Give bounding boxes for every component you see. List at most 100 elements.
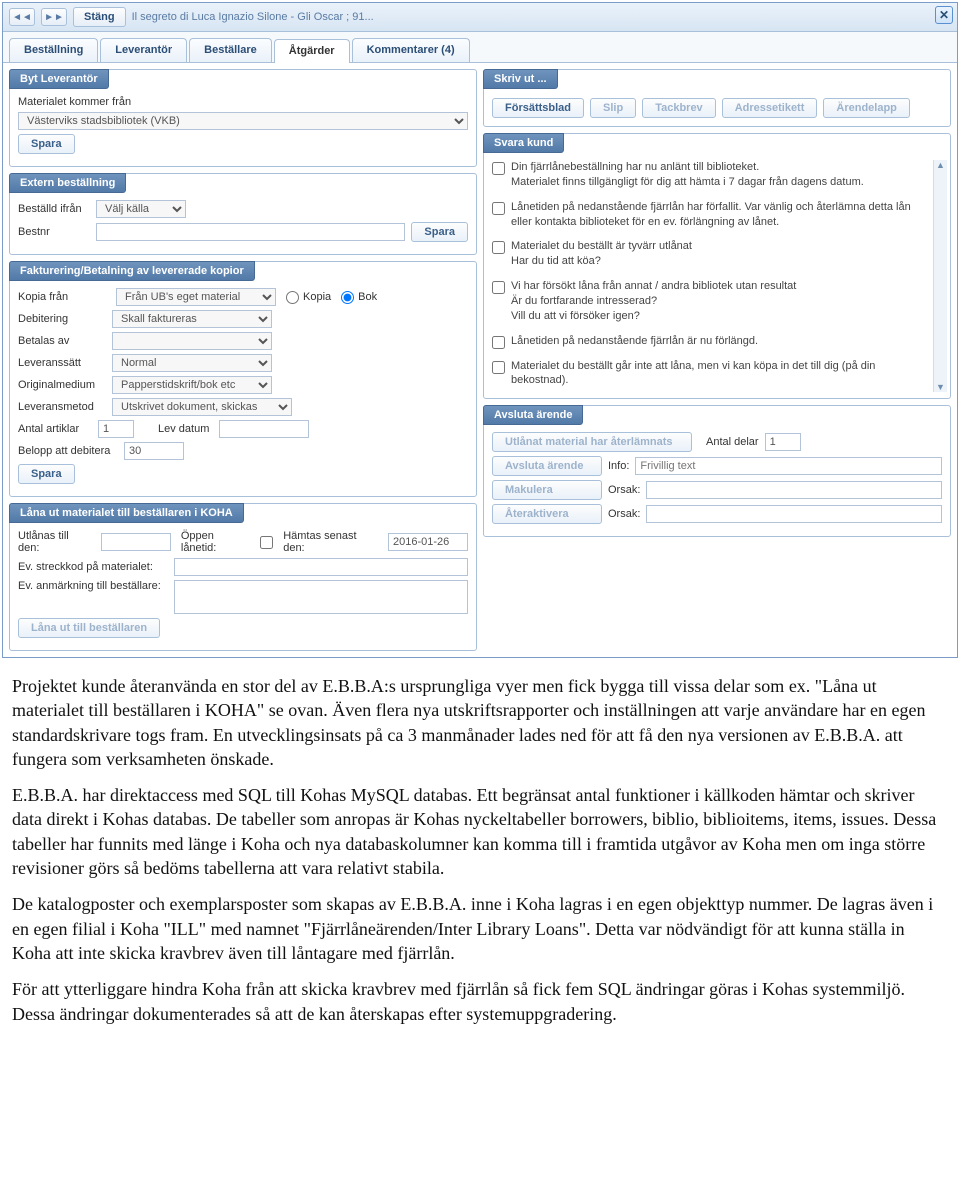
originalmedium-select[interactable]: Papperstidskrift/bok etc [112,376,272,394]
lana-ut-button[interactable]: Låna ut till beställaren [18,618,160,638]
left-column: Byt Leverantör Materialet kommer från Vä… [9,69,477,651]
orsak-input-1[interactable] [646,481,942,499]
hamtas-senast-label: Hämtas senast den: [283,530,378,554]
panel-avsluta-arende: Avsluta ärende Utlånat material har åter… [483,405,951,537]
title-bar: ◄◄ ►► Stäng Il segreto di Luca Ignazio S… [3,3,957,32]
antal-delar-input[interactable] [765,433,801,451]
panel-extern-bestallning: Extern beställning Beställd ifrån Välj k… [9,173,477,255]
streckkod-label: Ev. streckkod på materialet: [18,561,168,573]
print-adressetikett-button[interactable]: Adressetikett [722,98,818,118]
orsak-label-1: Orsak: [608,484,640,496]
reply-opt-2[interactable] [492,241,505,254]
print-arendelapp-button[interactable]: Ärendelapp [823,98,910,118]
reply-opt-3-text: Vi har försökt låna från annat / andra b… [511,279,796,324]
bestalld-ifran-select[interactable]: Välj källa [96,200,186,218]
info-label: Info: [608,460,629,472]
anmarkning-textarea[interactable] [174,580,468,614]
betalas-av-select[interactable] [112,332,272,350]
info-input[interactable] [635,457,942,475]
prose-p4: För att ytterliggare hindra Koha från at… [12,977,948,1026]
nav-prev-button[interactable]: ◄◄ [9,8,35,26]
tab-leverantor[interactable]: Leverantör [100,38,187,62]
orsak-input-2[interactable] [646,505,942,523]
byt-save-button[interactable]: Spara [18,134,75,154]
prose-p2: E.B.B.A. har direktaccess med SQL till K… [12,783,948,880]
tab-bestallare[interactable]: Beställare [189,38,272,62]
nav-next-button[interactable]: ►► [41,8,67,26]
antal-artiklar-input[interactable] [98,420,134,438]
utlanas-till-label: Utlånas till den: [18,530,91,554]
utlanas-till-input[interactable] [101,533,171,551]
antal-delar-label: Antal delar [706,436,759,448]
lev-datum-label: Lev datum [158,423,209,435]
leveranssatt-label: Leveranssätt [18,357,106,369]
reply-opt-1-text: Lånetiden på nedanstående fjärrlån har f… [511,200,928,230]
radio-kopia-label: Kopia [303,291,331,303]
lev-datum-input[interactable] [219,420,309,438]
document-prose: Projektet kunde återanvända en stor del … [0,660,960,1056]
close-window-button[interactable]: Stäng [73,7,126,27]
panel-lana-legend: Låna ut materialet till beställaren i KO… [9,503,244,523]
extern-save-button[interactable]: Spara [411,222,468,242]
reply-opt-5-text: Materialet du beställt går inte att låna… [511,359,928,389]
reply-opt-2-text: Materialet du beställt är tyvärr utlånat… [511,239,692,269]
panel-svara-legend: Svara kund [483,133,564,153]
radio-bok-label: Bok [358,291,377,303]
anmarkning-label: Ev. anmärkning till beställare: [18,580,168,592]
originalmedium-label: Originalmedium [18,379,106,391]
window-close-icon[interactable]: ✕ [935,6,953,24]
bestalld-ifran-label: Beställd ifrån [18,203,90,215]
makulera-button[interactable]: Makulera [492,480,602,500]
streckkod-input[interactable] [174,558,468,576]
tab-bestallning[interactable]: Beställning [9,38,98,62]
reply-opt-0-text: Din fjärrlånebeställning har nu anlänt t… [511,160,864,190]
fakt-save-button[interactable]: Spara [18,464,75,484]
tab-atgarder[interactable]: Åtgärder [274,39,350,63]
debitering-select[interactable]: Skall faktureras [112,310,272,328]
print-slip-button[interactable]: Slip [590,98,636,118]
leveransmetod-select[interactable]: Utskrivet dokument, skickas [112,398,292,416]
tab-kommentarer[interactable]: Kommentarer (4) [352,38,470,62]
radio-kopia[interactable] [286,291,299,304]
reply-opt-1[interactable] [492,202,505,215]
reply-opt-4[interactable] [492,336,505,349]
hamtas-senast-input[interactable] [388,533,468,551]
oppen-lanetid-check[interactable] [260,536,273,549]
panel-extern-legend: Extern beställning [9,173,126,193]
panel-lana-koha: Låna ut materialet till beställaren i KO… [9,503,477,651]
kopia-fran-select[interactable]: Från UB's eget material [116,288,276,306]
app-window: ◄◄ ►► Stäng Il segreto di Luca Ignazio S… [2,2,958,658]
tab-bar: Beställning Leverantör Beställare Åtgärd… [3,32,957,63]
material-from-label: Materialet kommer från [18,96,131,108]
print-tackbrev-button[interactable]: Tackbrev [642,98,716,118]
reply-opt-0[interactable] [492,162,505,175]
kopia-fran-label: Kopia från [18,291,106,303]
avsluta-arende-button[interactable]: Avsluta ärende [492,456,602,476]
radio-bok[interactable] [341,291,354,304]
bestnr-input[interactable] [96,223,405,241]
belopp-input[interactable] [124,442,184,460]
panel-byt-leverantor: Byt Leverantör Materialet kommer från Vä… [9,69,477,167]
panel-fakt-legend: Fakturering/Betalning av levererade kopi… [9,261,255,281]
orsak-label-2: Orsak: [608,508,640,520]
leveranssatt-select[interactable]: Normal [112,354,272,372]
oppen-lanetid-label: Öppen lånetid: [181,530,250,554]
betalas-av-label: Betalas av [18,335,106,347]
print-forsattsblad-button[interactable]: Försättsblad [492,98,584,118]
leveransmetod-label: Leveransmetod [18,401,106,413]
content-area: Byt Leverantör Materialet kommer från Vä… [3,63,957,657]
svara-scrollbar[interactable] [933,160,947,392]
material-from-select[interactable]: Västerviks stadsbibliotek (VKB) [18,112,468,130]
debitering-label: Debitering [18,313,106,325]
ateraktivera-button[interactable]: Återaktivera [492,504,602,524]
antal-artiklar-label: Antal artiklar [18,423,88,435]
bestnr-label: Bestnr [18,226,90,238]
aterlamnat-button[interactable]: Utlånat material har återlämnats [492,432,692,452]
panel-skriv-legend: Skriv ut ... [483,69,558,89]
right-column: Skriv ut ... Försättsblad Slip Tackbrev … [483,69,951,651]
window-title: Il segreto di Luca Ignazio Silone - Gli … [132,11,374,23]
prose-p3: De katalogposter och exemplarsposter som… [12,892,948,965]
reply-opt-3[interactable] [492,281,505,294]
panel-fakturering: Fakturering/Betalning av levererade kopi… [9,261,477,497]
reply-opt-5[interactable] [492,361,505,374]
